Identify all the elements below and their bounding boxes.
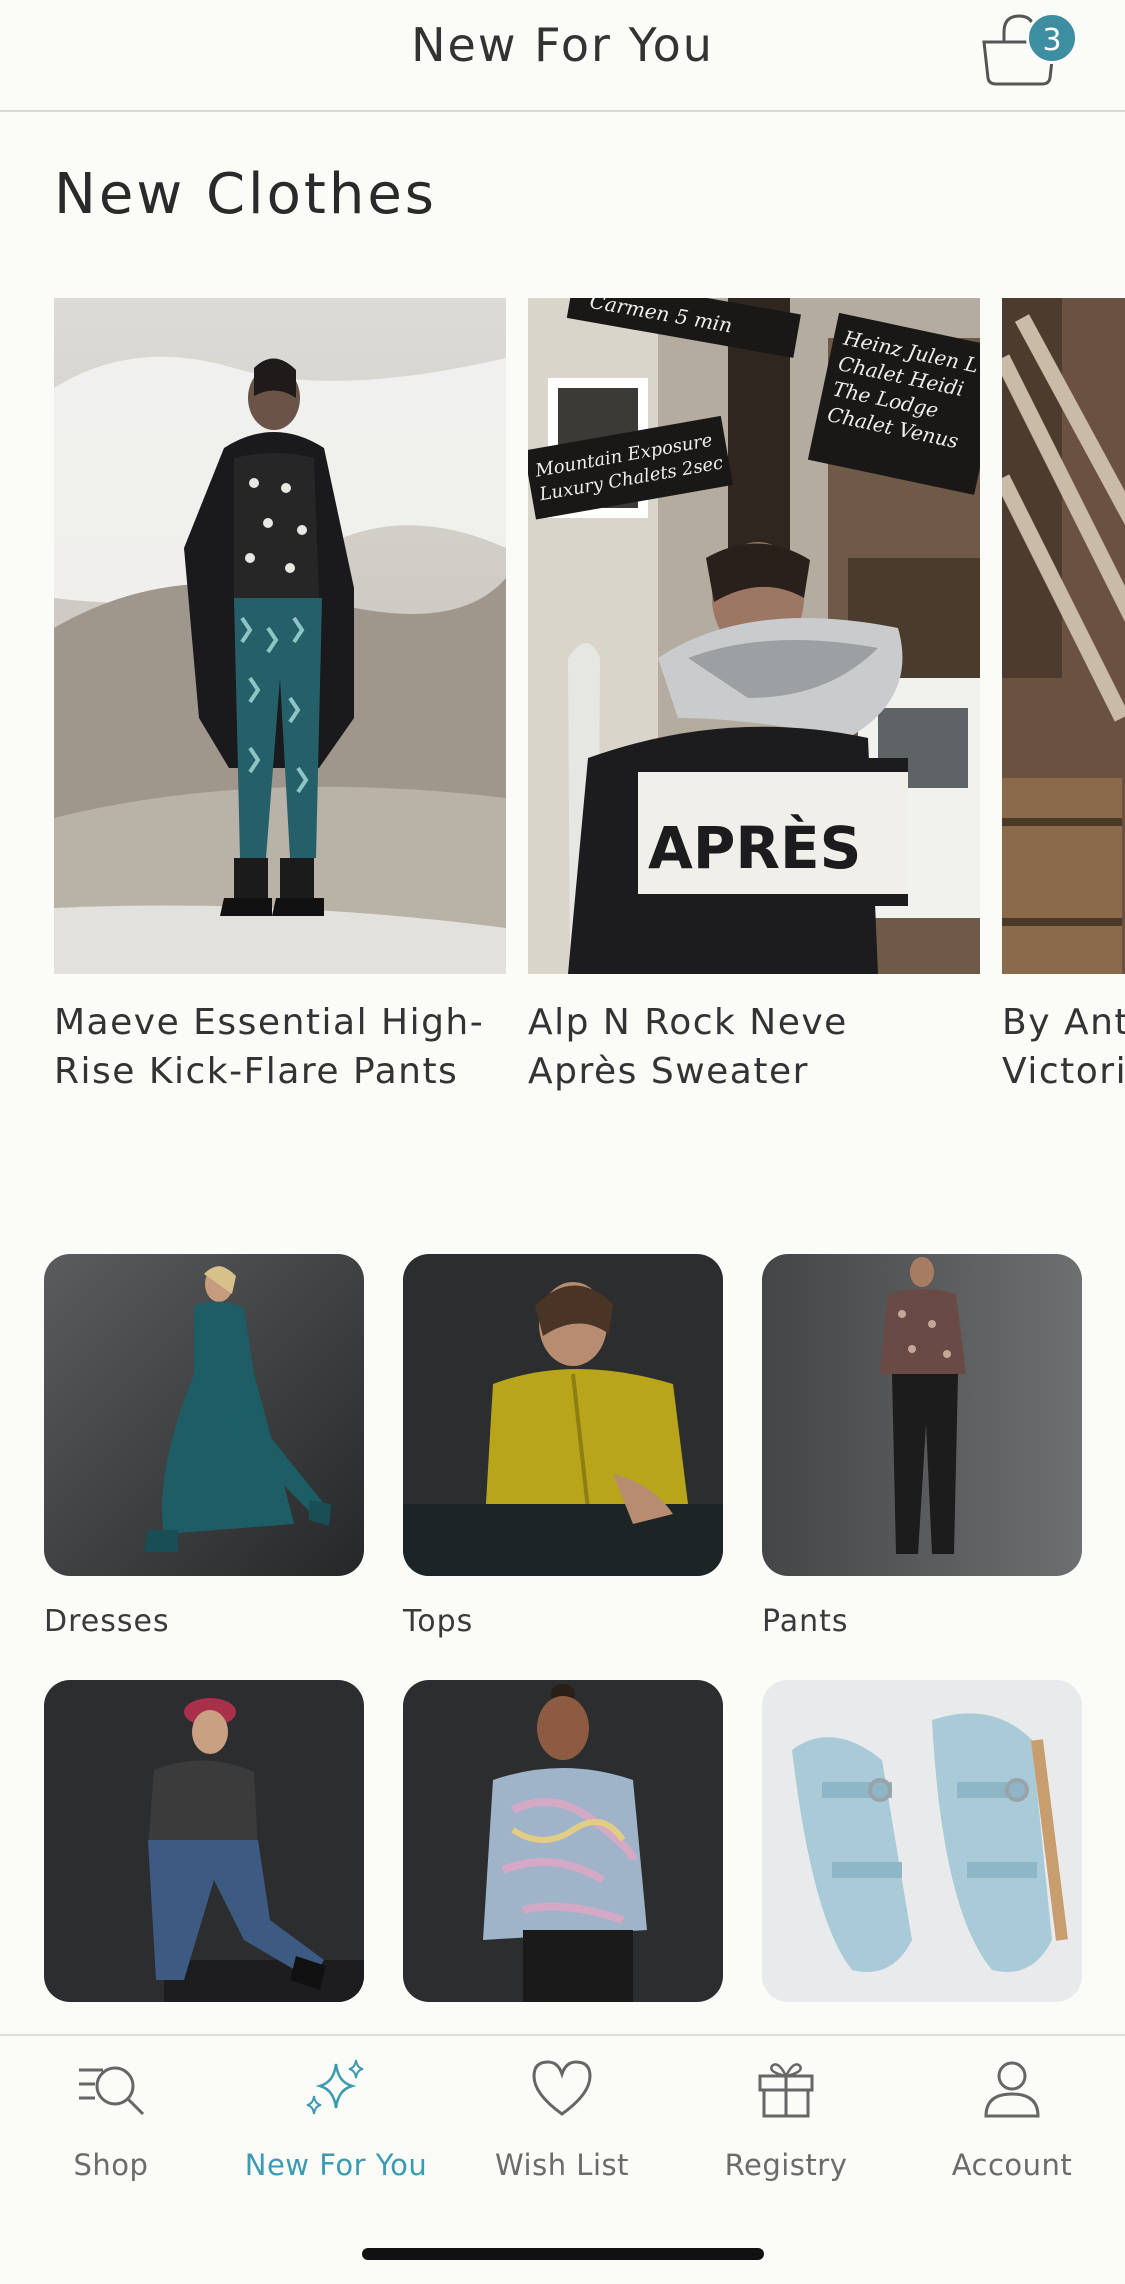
category-image <box>762 1680 1082 2002</box>
tab-account[interactable]: Account <box>912 2056 1112 2182</box>
category-tile[interactable] <box>762 1680 1082 2030</box>
category-label: Dresses <box>44 1604 170 1639</box>
gift-icon <box>758 2063 814 2118</box>
tab-registry[interactable]: Registry <box>686 2056 886 2182</box>
product-card[interactable]: By Anth Victoria <box>1002 298 1125 1096</box>
category-image <box>762 1254 1082 1576</box>
tab-new-for-you[interactable]: New For You <box>236 2056 436 2182</box>
heart-icon <box>532 2060 592 2116</box>
category-tile[interactable] <box>403 1680 723 2030</box>
product-name[interactable]: Alp N Rock Neve Après Sweater <box>528 998 980 1096</box>
category-pants[interactable]: Pants <box>762 1254 1082 1639</box>
product-carousel[interactable]: Maeve Essential High- Rise Kick-Flare Pa… <box>0 298 1125 1118</box>
search-list-icon <box>79 2066 145 2116</box>
category-label: Tops <box>403 1604 474 1639</box>
category-image <box>403 1254 723 1576</box>
page-title: New For You <box>411 18 714 72</box>
home-indicator <box>362 2248 764 2260</box>
category-image <box>44 1254 364 1576</box>
tab-label: Account <box>951 2148 1073 2182</box>
product-card[interactable]: Carmen 5 min Heinz Julen L Chalet Heidi … <box>528 298 980 1096</box>
person-icon <box>984 2061 1040 2118</box>
shopping-bag-button[interactable]: 3 <box>978 8 1078 98</box>
product-name[interactable]: Maeve Essential High- Rise Kick-Flare Pa… <box>54 998 506 1096</box>
tab-shop[interactable]: Shop <box>11 2056 211 2182</box>
tab-label: Shop <box>73 2148 149 2182</box>
sweater-text: APRÈS <box>648 813 861 882</box>
product-name[interactable]: By Anth Victoria <box>1002 998 1125 1096</box>
category-tile[interactable] <box>44 1680 364 2030</box>
category-image <box>44 1680 364 2002</box>
tab-label: Wish List <box>495 2148 629 2182</box>
sparkles-icon <box>306 2059 364 2115</box>
category-dresses[interactable]: Dresses <box>44 1254 364 1639</box>
top-header: New For You 3 <box>0 0 1125 112</box>
product-image: Carmen 5 min Heinz Julen L Chalet Heidi … <box>528 298 980 974</box>
tab-wish-list[interactable]: Wish List <box>462 2056 662 2182</box>
category-image <box>403 1680 723 2002</box>
product-image <box>54 298 506 974</box>
product-image <box>1002 298 1125 974</box>
section-title: New Clothes <box>54 162 437 227</box>
bottom-tab-bar: Shop New For You Wish List Registry Acco… <box>0 2034 1125 2284</box>
category-tops[interactable]: Tops <box>403 1254 723 1639</box>
app-screen: New For You 3 New Clothes Maeve Essentia… <box>0 0 1125 2284</box>
product-card[interactable]: Maeve Essential High- Rise Kick-Flare Pa… <box>54 298 506 1096</box>
category-label: Pants <box>762 1604 849 1639</box>
tab-label: New For You <box>244 2148 428 2182</box>
tab-label: Registry <box>724 2148 848 2182</box>
cart-count-badge: 3 <box>1026 12 1078 64</box>
